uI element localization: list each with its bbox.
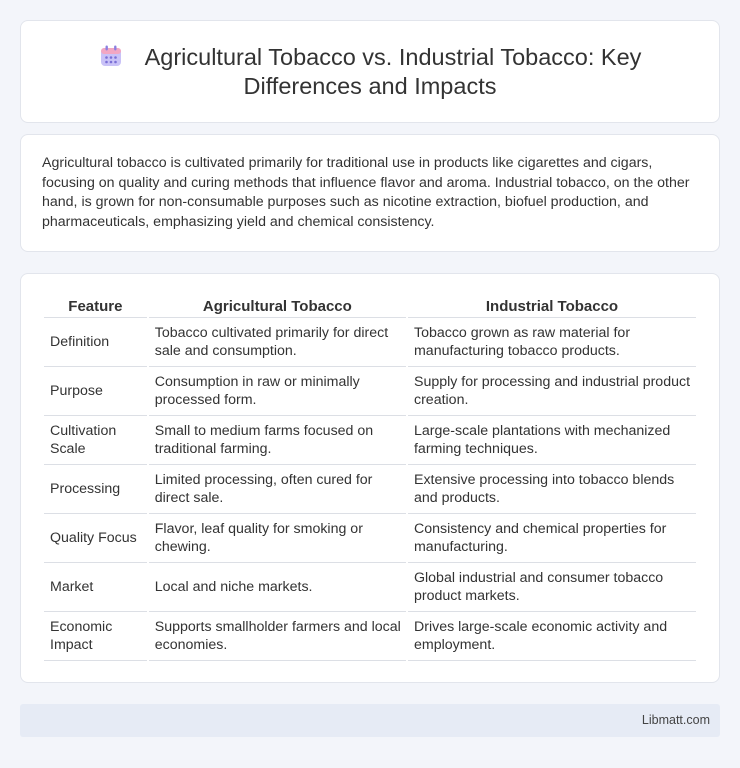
header-industrial: Industrial Tobacco (407, 296, 696, 318)
feature-cell: Economic Impact (44, 612, 147, 661)
industrial-cell: Large-scale plantations with mechanized … (407, 416, 696, 465)
industrial-cell: Drives large-scale economic activity and… (407, 612, 696, 661)
calendar-icon (100, 45, 121, 66)
industrial-cell: Global industrial and consumer tobacco p… (407, 563, 696, 612)
page-title: Agricultural Tobacco vs. Industrial Toba… (144, 44, 642, 99)
comparison-table: Feature Agricultural Tobacco Industrial … (42, 296, 698, 661)
title-card: Agricultural Tobacco vs. Industrial Toba… (20, 20, 720, 123)
agricultural-cell: Small to medium farms focused on traditi… (148, 416, 406, 465)
agricultural-cell: Local and niche markets. (148, 563, 406, 612)
agricultural-cell: Consumption in raw or minimally processe… (148, 367, 406, 416)
industrial-cell: Extensive processing into tobacco blends… (407, 465, 696, 514)
table-row: Purpose Consumption in raw or minimally … (44, 367, 696, 416)
industrial-cell: Tobacco grown as raw material for manufa… (407, 318, 696, 367)
feature-cell: Purpose (44, 367, 147, 416)
table-header-row: Feature Agricultural Tobacco Industrial … (44, 296, 696, 318)
table-row: Economic Impact Supports smallholder far… (44, 612, 696, 661)
agricultural-cell: Limited processing, often cured for dire… (148, 465, 406, 514)
feature-cell: Market (44, 563, 147, 612)
comparison-table-card: Feature Agricultural Tobacco Industrial … (20, 273, 720, 683)
footer-bar: Libmatt.com (20, 704, 720, 737)
table-row: Quality Focus Flavor, leaf quality for s… (44, 514, 696, 563)
intro-card: Agricultural tobacco is cultivated prima… (20, 134, 720, 252)
feature-cell: Quality Focus (44, 514, 147, 563)
industrial-cell: Supply for processing and industrial pro… (407, 367, 696, 416)
agricultural-cell: Supports smallholder farmers and local e… (148, 612, 406, 661)
table-row: Cultivation Scale Small to medium farms … (44, 416, 696, 465)
agricultural-cell: Tobacco cultivated primarily for direct … (148, 318, 406, 367)
footer-brand-link[interactable]: Libmatt.com (642, 713, 710, 727)
table-row: Processing Limited processing, often cur… (44, 465, 696, 514)
agricultural-cell: Flavor, leaf quality for smoking or chew… (148, 514, 406, 563)
header-agricultural: Agricultural Tobacco (148, 296, 406, 318)
table-row: Definition Tobacco cultivated primarily … (44, 318, 696, 367)
feature-cell: Processing (44, 465, 147, 514)
header-feature: Feature (44, 296, 147, 318)
feature-cell: Cultivation Scale (44, 416, 147, 465)
industrial-cell: Consistency and chemical properties for … (407, 514, 696, 563)
table-row: Market Local and niche markets. Global i… (44, 563, 696, 612)
feature-cell: Definition (44, 318, 147, 367)
intro-paragraph: Agricultural tobacco is cultivated prima… (42, 155, 690, 230)
page-title-wrap: Agricultural Tobacco vs. Industrial Toba… (21, 43, 719, 101)
